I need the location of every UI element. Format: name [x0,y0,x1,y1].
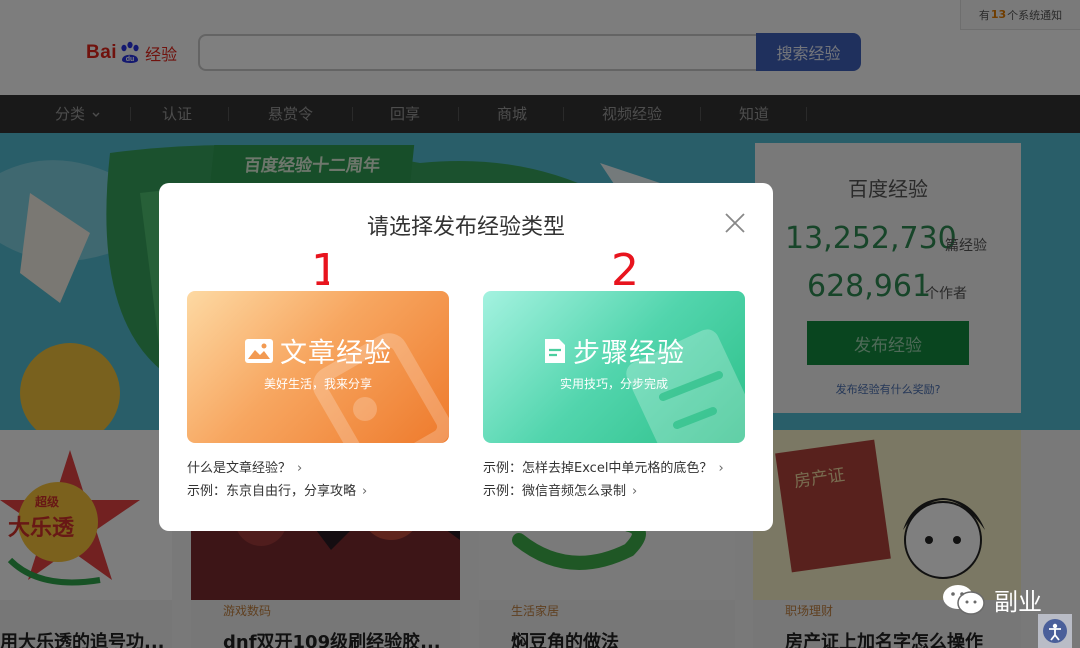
publish-type-dialog: 请选择发布经验类型 1 2 文章经验 美好生活，我来分享 步骤经验 实用技巧，分… [159,183,773,531]
close-icon[interactable] [723,211,747,235]
steps-type-title: 步骤经验 [573,338,685,369]
what-is-article-link[interactable]: 什么是文章经验？ › [187,457,302,476]
steps-example-link-excel[interactable]: 示例：怎样去掉Excel中单元格的底色？ › [483,457,724,476]
watermark-label: 副业 [994,588,1042,616]
link-label: 示例：东京自由行，分享攻略 [187,484,357,499]
dialog-title: 请选择发布经验类型 [366,215,565,240]
article-type-heading: 文章经验 [187,331,449,370]
steps-type-subtitle: 实用技巧，分步完成 [559,377,668,391]
steps-example-link-wechat[interactable]: 示例：微信音频怎么录制 › [483,480,637,499]
document-icon [545,338,565,363]
article-type-subtitle: 美好生活，我来分享 [263,377,372,391]
image-icon [245,338,273,363]
article-example-link[interactable]: 示例：东京自由行，分享攻略 › [187,480,367,499]
chevron-right-icon: › [632,484,638,499]
accessibility-icon[interactable] [1038,614,1072,648]
svg-text:2: 2 [611,245,639,291]
annotation-number-2: 2 [611,245,639,291]
link-label: 示例：微信音频怎么录制 [483,484,627,499]
chevron-right-icon: › [362,484,368,499]
steps-type-card[interactable]: 步骤经验 实用技巧，分步完成 [483,291,745,443]
svg-text:1: 1 [311,245,329,291]
annotation-number-1: 1 [311,245,329,291]
link-label: 什么是文章经验？ [187,461,292,476]
wechat-icon [943,584,985,615]
chevron-right-icon: › [297,461,303,476]
wechat-watermark: 副业 [942,582,1042,617]
article-type-card[interactable]: 文章经验 美好生活，我来分享 [187,291,449,443]
link-label: 示例：怎样去掉Excel中单元格的底色？ [483,461,713,476]
article-type-title: 文章经验 [280,338,392,369]
steps-type-heading: 步骤经验 [483,331,745,370]
chevron-right-icon: › [718,461,724,476]
